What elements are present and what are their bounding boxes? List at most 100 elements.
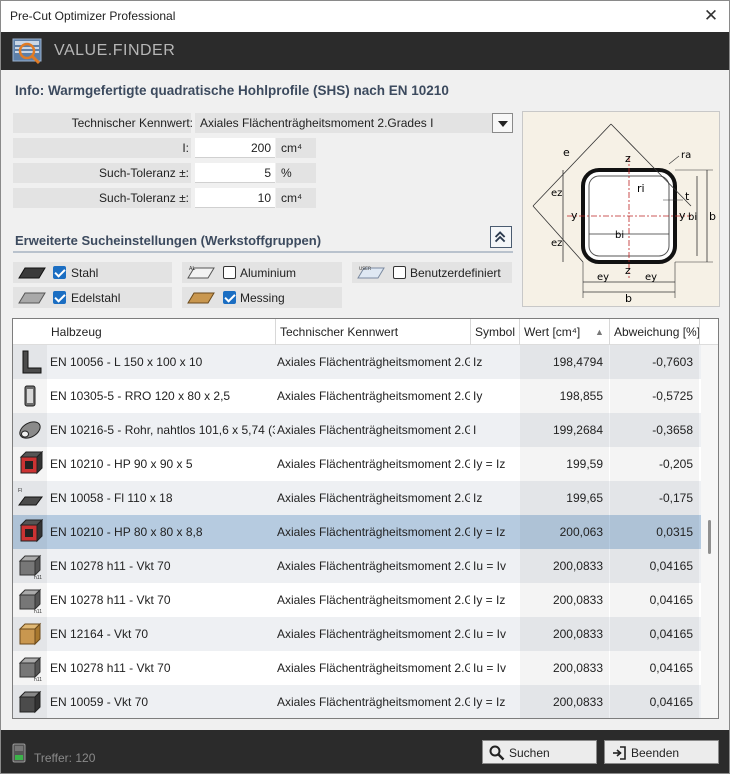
row-icon-cell [13, 515, 47, 549]
material-aluminium[interactable]: AL Aluminium [182, 262, 342, 283]
sort-up-icon[interactable]: ▲ [595, 327, 604, 337]
module-title: VALUE.FINDER [54, 42, 176, 59]
col-halbzeug[interactable]: Halbzeug [51, 325, 102, 339]
collapse-up-icon[interactable] [490, 226, 512, 248]
cell-kennwert: Axiales Flächenträgheitsmoment 2.Gr... [277, 355, 470, 369]
diagram-label: z [625, 264, 631, 277]
tol-abs-unit: cm⁴ [281, 191, 303, 205]
row-icon-cell: h11 [13, 549, 47, 583]
cell-kennwert: Axiales Flächenträgheitsmoment 2.Gr... [277, 423, 470, 437]
material-edelstahl[interactable]: Edelstahl [13, 287, 172, 308]
col-abweichung[interactable]: Abweichung [%] [614, 325, 700, 339]
table-row[interactable]: EN 10216-5 - Rohr, nahtlos 101,6 x 5,74 … [13, 413, 701, 447]
cell-wert: 198,4794 [520, 345, 609, 379]
cell-abweichung: 0,04165 [610, 617, 699, 651]
diagram-label: b [625, 292, 632, 305]
diagram-label: e [563, 146, 570, 159]
angle-profile-icon [22, 350, 42, 374]
diagram-label: t [685, 190, 690, 203]
cell-kennwert: Axiales Flächenträgheitsmoment 2.Gr... [277, 457, 470, 471]
material-benutzerdefiniert[interactable]: USER Benutzerdefiniert [352, 262, 512, 283]
search-button[interactable]: Suchen [482, 740, 597, 764]
chevron-down-icon[interactable] [492, 113, 513, 133]
cell-halbzeug: EN 10216-5 - Rohr, nahtlos 101,6 x 5,74 … [50, 423, 275, 437]
messing-checkbox[interactable] [223, 291, 236, 304]
cell-symbol: Iy = Iz [473, 593, 506, 607]
cell-wert: 200,063 [520, 515, 609, 549]
row-icon-cell: h11 [13, 651, 47, 685]
svg-text:h11: h11 [34, 677, 42, 681]
table-row[interactable]: EN 10305-5 - RRO 120 x 80 x 2,5 Axiales F… [13, 379, 701, 413]
cell-halbzeug: EN 10278 h11 - Vkt 70 [50, 559, 171, 573]
row-icon-cell [13, 685, 47, 718]
table-row[interactable]: EN 12164 - Vkt 70 Axiales Flächenträgheit… [13, 617, 701, 651]
value-finder-icon [12, 38, 42, 65]
table-row[interactable]: h11 EN 10278 h11 - Vkt 70 Axiales Flächent… [13, 549, 701, 583]
user-material-icon: USER [357, 266, 385, 279]
cell-symbol: Iu = Iv [473, 627, 507, 641]
cell-kennwert: Axiales Flächenträgheitsmoment 2.Gr... [277, 559, 470, 573]
diagram-label: bi [615, 230, 624, 241]
edelstahl-label: Edelstahl [71, 291, 121, 305]
table-row[interactable]: h11 EN 10278 h11 - Vkt 70 Axiales Flächent… [13, 583, 701, 617]
table-scrollbar[interactable] [701, 345, 718, 718]
round-tube-icon [19, 421, 41, 439]
i-label-box: I: [13, 138, 191, 158]
table-row[interactable]: Fl EN 10058 - Fl 110 x 18 Axiales Flächent… [13, 481, 701, 515]
table-row[interactable]: EN 10210 - HP 90 x 90 x 5 Axiales Flächen… [13, 447, 701, 481]
tol-abs-input[interactable]: 10 [195, 188, 275, 208]
tol-pct-input[interactable]: 5 [195, 163, 275, 183]
steel-plate-icon [18, 267, 46, 279]
row-icon-cell [13, 379, 47, 413]
aluminium-checkbox[interactable] [223, 266, 236, 279]
row-icon-cell [13, 447, 47, 481]
exit-button[interactable]: Beenden [604, 740, 719, 764]
table-row[interactable]: EN 10056 - L 150 x 100 x 10 Axiales Fläch… [13, 345, 701, 379]
cell-symbol: Iy [473, 389, 483, 403]
material-messing[interactable]: Messing [182, 287, 342, 308]
exit-button-label: Beenden [631, 746, 680, 760]
app-window: Pre-Cut Optimizer Professional ✕ VALUE.F… [0, 0, 730, 774]
rectangular-tube-icon [24, 385, 36, 407]
col-wert[interactable]: Wert [cm⁴] [524, 325, 580, 339]
benutzerdefiniert-checkbox[interactable] [393, 266, 406, 279]
cell-abweichung: 0,04165 [610, 651, 699, 685]
cell-kennwert: Axiales Flächenträgheitsmoment 2.Gr... [277, 695, 470, 709]
diagram-label: ra [681, 150, 691, 161]
kennwert-label-box: Technischer Kennwert: [13, 113, 193, 133]
table-row[interactable]: EN 10210 - HP 80 x 80 x 8,8 Axiales Fläch… [13, 515, 701, 549]
cell-abweichung: 0,04165 [610, 549, 699, 583]
i-unit: cm⁴ [281, 141, 303, 155]
col-symbol[interactable]: Symbol [475, 325, 515, 339]
square-bar-h11-icon: h11 [18, 656, 42, 681]
cell-kennwert: Axiales Flächenträgheitsmoment 2.Gr... [277, 627, 470, 641]
cell-kennwert: Axiales Flächenträgheitsmoment 2.Gr... [277, 593, 470, 607]
cell-wert: 200,0833 [520, 651, 609, 685]
cell-abweichung: -0,175 [610, 481, 699, 515]
cell-abweichung: -0,7603 [610, 345, 699, 379]
kennwert-select[interactable]: Axiales Flächenträgheitsmoment 2.Grades … [195, 113, 513, 133]
cell-halbzeug: EN 10278 h11 - Vkt 70 [50, 661, 171, 675]
square-bar-h11-icon: h11 [18, 554, 42, 579]
tol-pct-unit: % [281, 166, 292, 180]
stahl-checkbox[interactable] [53, 266, 66, 279]
cell-abweichung: -0,5725 [610, 379, 699, 413]
cell-symbol: Iz [473, 355, 483, 369]
cell-halbzeug: EN 10056 - L 150 x 100 x 10 [50, 355, 203, 369]
square-hollow-section-icon [19, 451, 43, 475]
module-header: VALUE.FINDER [1, 32, 729, 70]
col-kennwert[interactable]: Technischer Kennwert [280, 325, 398, 339]
edelstahl-checkbox[interactable] [53, 291, 66, 304]
scrollbar-thumb[interactable] [708, 520, 711, 554]
cell-abweichung: 0,04165 [610, 583, 699, 617]
i-value-input[interactable]: 200 [195, 138, 275, 158]
close-icon[interactable]: ✕ [701, 6, 721, 26]
results-table[interactable]: Halbzeug Technischer Kennwert Symbol Wer… [12, 318, 719, 719]
diagram-label: y [571, 209, 578, 222]
material-stahl[interactable]: Stahl [13, 262, 172, 283]
diagram-label: bi [688, 212, 697, 223]
cell-symbol: Iu = Iv [473, 559, 507, 573]
stahl-label: Stahl [71, 266, 99, 280]
table-row[interactable]: EN 10059 - Vkt 70 Axiales Flächenträgheit… [13, 685, 701, 718]
table-row[interactable]: h11 EN 10278 h11 - Vkt 70 Axiales Flächent… [13, 651, 701, 685]
